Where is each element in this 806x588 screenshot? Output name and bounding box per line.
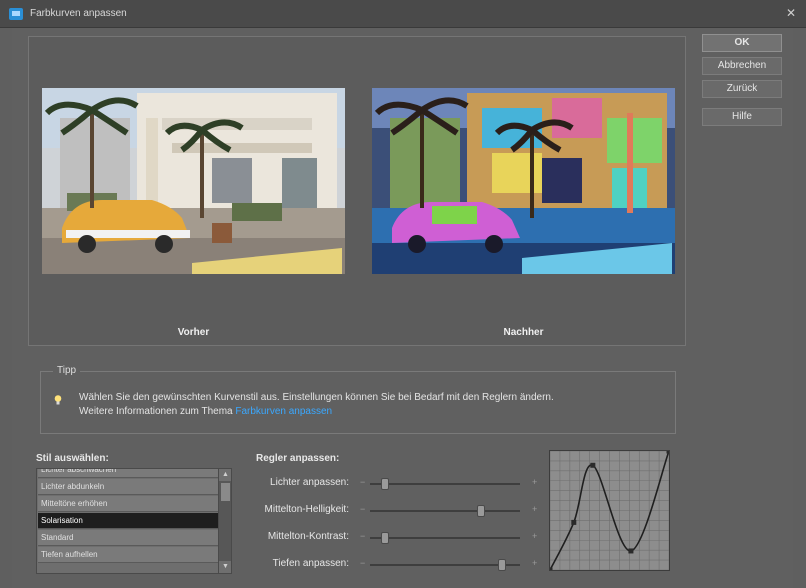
curve-point [590, 462, 596, 468]
after-image [372, 88, 675, 274]
slider-thumb[interactable] [381, 478, 389, 490]
minus-icon: − [360, 477, 366, 487]
title-bar: Farbkurven anpassen ✕ [0, 0, 806, 28]
slider-highlights: Lichter anpassen: − + [250, 474, 545, 494]
slider-section-label: Regler anpassen: [256, 453, 340, 464]
slider-shadows: Tiefen anpassen: − + [250, 555, 545, 575]
curve-graph[interactable] [547, 448, 672, 573]
list-item[interactable]: Tiefen aufhellen [38, 547, 218, 563]
close-icon[interactable]: ✕ [786, 6, 796, 20]
tip-link[interactable]: Farbkurven anpassen [235, 406, 332, 417]
slider-track[interactable] [370, 510, 520, 512]
list-scrollbar[interactable]: ▲ ▼ [218, 469, 231, 573]
minus-icon: − [360, 531, 366, 541]
window-title: Farbkurven anpassen [30, 8, 127, 19]
lightbulb-icon [54, 395, 62, 405]
tip-text: Wählen Sie den gewünschten Kurvenstil au… [79, 392, 554, 403]
curve-point [666, 448, 672, 454]
style-select-label: Stil auswählen: [36, 453, 109, 464]
slider-thumb[interactable] [498, 559, 506, 571]
slider-label: Lichter anpassen: [270, 477, 349, 488]
slider-midtone-contrast: Mittelton-Kontrast: − + [250, 528, 545, 548]
plus-icon: + [532, 558, 538, 568]
list-item[interactable]: Standard [38, 530, 218, 546]
list-item-selected[interactable]: Solarisation [38, 513, 218, 529]
slider-label: Tiefen anpassen: [272, 558, 349, 569]
curve-chart[interactable] [547, 448, 672, 573]
tip-more-info: Weitere Informationen zum Thema Farbkurv… [79, 406, 332, 417]
help-button[interactable]: Hilfe [702, 108, 782, 126]
slider-thumb[interactable] [381, 532, 389, 544]
minus-icon: − [360, 504, 366, 514]
list-item[interactable]: Lichter abdunkeln [38, 479, 218, 495]
slider-track[interactable] [370, 537, 520, 539]
before-image [42, 88, 345, 274]
curve-point [571, 519, 577, 525]
scroll-down-icon[interactable]: ▼ [219, 561, 231, 573]
scroll-thumb[interactable] [221, 483, 230, 501]
side-buttons: OK Abbrechen Zurück Hilfe [702, 34, 782, 131]
reset-button[interactable]: Zurück [702, 80, 782, 98]
after-label: Nachher [503, 327, 544, 338]
style-listbox[interactable]: Lichter abschwächen Lichter abdunkeln Mi… [36, 468, 232, 574]
scroll-up-icon[interactable]: ▲ [219, 469, 231, 481]
list-item[interactable]: Lichter abschwächen [38, 469, 218, 478]
plus-icon: + [532, 531, 538, 541]
plus-icon: + [532, 477, 538, 487]
curve-point [628, 548, 634, 554]
slider-label: Mittelton-Kontrast: [267, 531, 349, 542]
app-icon [9, 8, 23, 20]
cancel-button[interactable]: Abbrechen [702, 57, 782, 75]
minus-icon: − [360, 558, 366, 568]
ok-button[interactable]: OK [702, 34, 782, 52]
tip-group: Tipp Wählen Sie den gewünschten Kurvenst… [40, 365, 676, 434]
slider-track[interactable] [370, 483, 520, 485]
list-item[interactable]: Mitteltöne erhöhen [38, 496, 218, 512]
slider-midtone-brightness: Mittelton-Helligkeit: − + [250, 501, 545, 521]
slider-thumb[interactable] [477, 505, 485, 517]
curve-point [547, 567, 553, 573]
slider-label: Mittelton-Helligkeit: [264, 504, 349, 515]
tip-more-info-prefix: Weitere Informationen zum Thema [79, 406, 233, 417]
before-label: Vorher [177, 327, 210, 338]
tip-legend: Tipp [53, 365, 81, 376]
plus-icon: + [532, 504, 538, 514]
preview-panel: Vorher Nachher [28, 36, 686, 346]
